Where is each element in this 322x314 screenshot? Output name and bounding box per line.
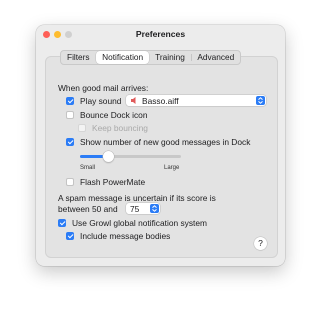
window-title: Preferences — [135, 29, 186, 39]
play-sound-checkbox[interactable] — [66, 97, 74, 105]
include-bodies-checkbox[interactable] — [66, 232, 74, 240]
slider-max-label: Large — [164, 165, 180, 171]
tab-bar: Filters Notification Training Advanced — [60, 50, 242, 65]
spam-text-line2: between 50 and — [58, 204, 118, 214]
keep-bouncing-label: Keep bouncing — [92, 123, 148, 133]
include-bodies-label: Include message bodies — [80, 231, 171, 241]
show-count-checkbox[interactable] — [66, 138, 74, 146]
section-label: When good mail arrives: — [58, 83, 149, 93]
slider-min-label: Small — [80, 165, 96, 171]
chevron-updown-icon — [150, 204, 159, 213]
keep-bouncing-checkbox[interactable] — [78, 124, 86, 132]
title-bar: Preferences — [36, 25, 285, 43]
spam-threshold-select[interactable]: 75 — [126, 203, 160, 214]
notification-panel: When good mail arrives: Play sound Basso… — [45, 56, 278, 258]
spam-text-line1: A spam message is uncertain if its score… — [58, 193, 216, 203]
tab-training[interactable]: Training — [149, 51, 191, 64]
size-slider[interactable] — [80, 151, 181, 162]
sound-select-value: Basso.aiff — [142, 96, 179, 106]
spam-threshold-value: 75 — [130, 204, 140, 214]
use-growl-label: Use Growl global notification system — [72, 218, 207, 228]
size-slider-knob[interactable] — [103, 151, 114, 162]
help-button[interactable]: ? — [254, 237, 267, 250]
flash-powermate-checkbox[interactable] — [66, 178, 74, 186]
chevron-updown-icon — [256, 96, 265, 105]
tab-notification[interactable]: Notification — [96, 51, 150, 64]
preferences-window: Preferences Filters Notification Trainin… — [36, 25, 285, 266]
tab-advanced[interactable]: Advanced — [191, 51, 240, 64]
sound-select[interactable]: Basso.aiff — [126, 95, 266, 106]
tab-filters[interactable]: Filters — [61, 51, 96, 64]
use-growl-checkbox[interactable] — [58, 219, 66, 227]
flash-powermate-label: Flash PowerMate — [80, 177, 146, 187]
bounce-dock-icon-checkbox[interactable] — [66, 111, 74, 119]
show-count-label: Show number of new good messages in Dock — [80, 137, 251, 147]
bounce-dock-icon-label: Bounce Dock icon — [80, 110, 148, 120]
play-sound-label: Play sound — [80, 96, 122, 106]
speaker-icon — [130, 96, 138, 107]
